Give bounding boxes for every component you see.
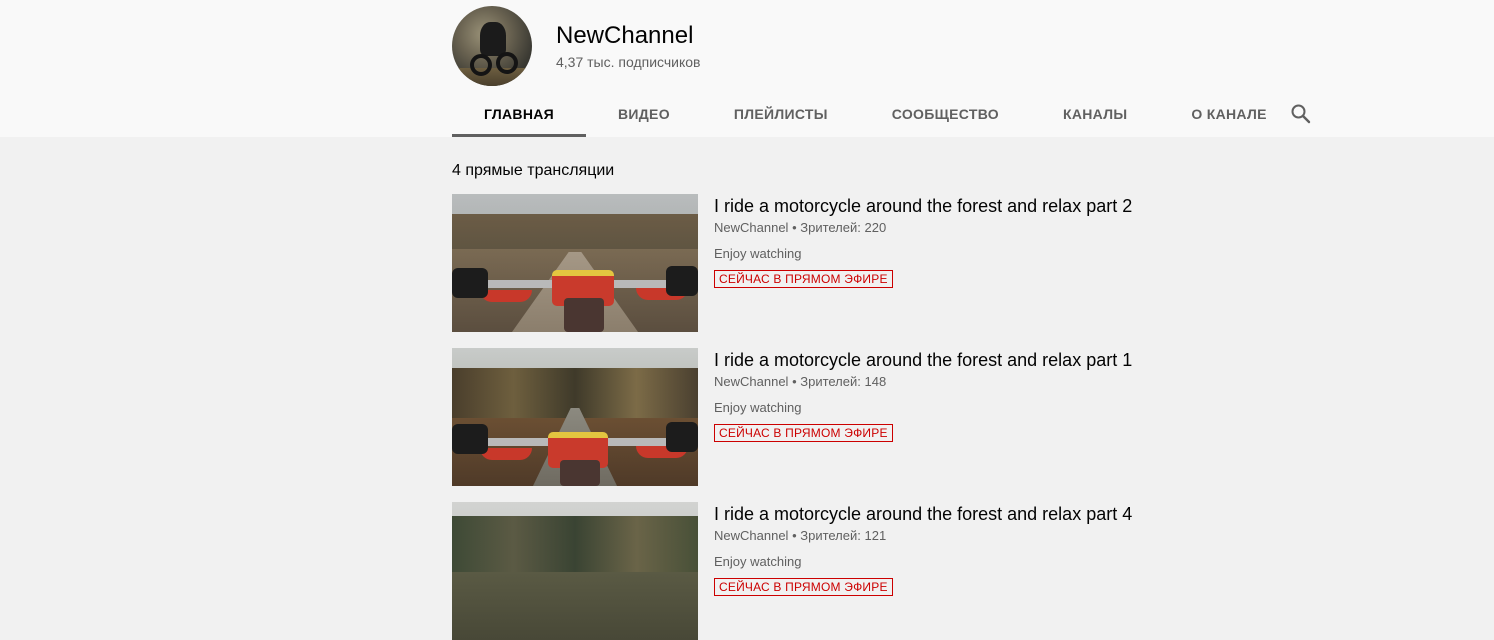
- tab-videos[interactable]: ВИДЕО: [586, 90, 702, 137]
- video-description: Enjoy watching: [714, 400, 802, 415]
- live-badge: СЕЙЧАС В ПРЯМОМ ЭФИРЕ: [714, 578, 893, 596]
- tab-channels[interactable]: КАНАЛЫ: [1031, 90, 1159, 137]
- video-thumbnail[interactable]: [452, 348, 698, 486]
- avatar-ground: [452, 68, 532, 86]
- video-viewers: Зрителей: 220: [800, 220, 887, 235]
- tab-home[interactable]: ГЛАВНАЯ: [452, 90, 587, 137]
- video-title[interactable]: I ride a motorcycle around the forest an…: [714, 504, 1132, 525]
- video-title[interactable]: I ride a motorcycle around the forest an…: [714, 196, 1132, 217]
- video-item: I ride a motorcycle around the forest an…: [452, 194, 1352, 332]
- video-title[interactable]: I ride a motorcycle around the forest an…: [714, 350, 1132, 371]
- meta-separator: •: [792, 374, 801, 389]
- video-description: Enjoy watching: [714, 554, 802, 569]
- channel-name: NewChannel: [556, 22, 694, 49]
- video-thumbnail[interactable]: [452, 502, 698, 640]
- channel-avatar[interactable]: [452, 6, 532, 86]
- live-badge: СЕЙЧАС В ПРЯМОМ ЭФИРЕ: [714, 424, 893, 442]
- meta-separator: •: [792, 220, 801, 235]
- video-thumbnail[interactable]: [452, 194, 698, 332]
- video-item: I ride a motorcycle around the forest an…: [452, 348, 1352, 486]
- video-viewers: Зрителей: 121: [800, 528, 887, 543]
- video-item: I ride a motorcycle around the forest an…: [452, 502, 1352, 640]
- subscriber-count: 4,37 тыс. подписчиков: [556, 54, 701, 70]
- search-icon: [1291, 104, 1311, 124]
- video-channel[interactable]: NewChannel: [714, 374, 788, 389]
- video-meta: NewChannel • Зрителей: 220: [714, 220, 886, 235]
- avatar-rider: [480, 22, 506, 56]
- channel-tabs: ГЛАВНАЯ ВИДЕО ПЛЕЙЛИСТЫ СООБЩЕСТВО КАНАЛ…: [452, 90, 1299, 137]
- meta-separator: •: [792, 528, 801, 543]
- video-meta: NewChannel • Зрителей: 121: [714, 528, 886, 543]
- avatar-wheel: [496, 52, 518, 74]
- video-viewers: Зрителей: 148: [800, 374, 887, 389]
- section-title: 4 прямые трансляции: [452, 162, 615, 179]
- video-meta: NewChannel • Зрителей: 148: [714, 374, 886, 389]
- channel-header: NewChannel 4,37 тыс. подписчиков ГЛАВНАЯ…: [0, 0, 1494, 137]
- tab-about[interactable]: О КАНАЛЕ: [1159, 90, 1298, 137]
- video-channel[interactable]: NewChannel: [714, 220, 788, 235]
- video-channel[interactable]: NewChannel: [714, 528, 788, 543]
- tab-playlists[interactable]: ПЛЕЙЛИСТЫ: [702, 90, 860, 137]
- tab-community[interactable]: СООБЩЕСТВО: [860, 90, 1031, 137]
- search-button[interactable]: [1288, 101, 1314, 127]
- avatar-wheel: [470, 54, 492, 76]
- video-description: Enjoy watching: [714, 246, 802, 261]
- live-badge: СЕЙЧАС В ПРЯМОМ ЭФИРЕ: [714, 270, 893, 288]
